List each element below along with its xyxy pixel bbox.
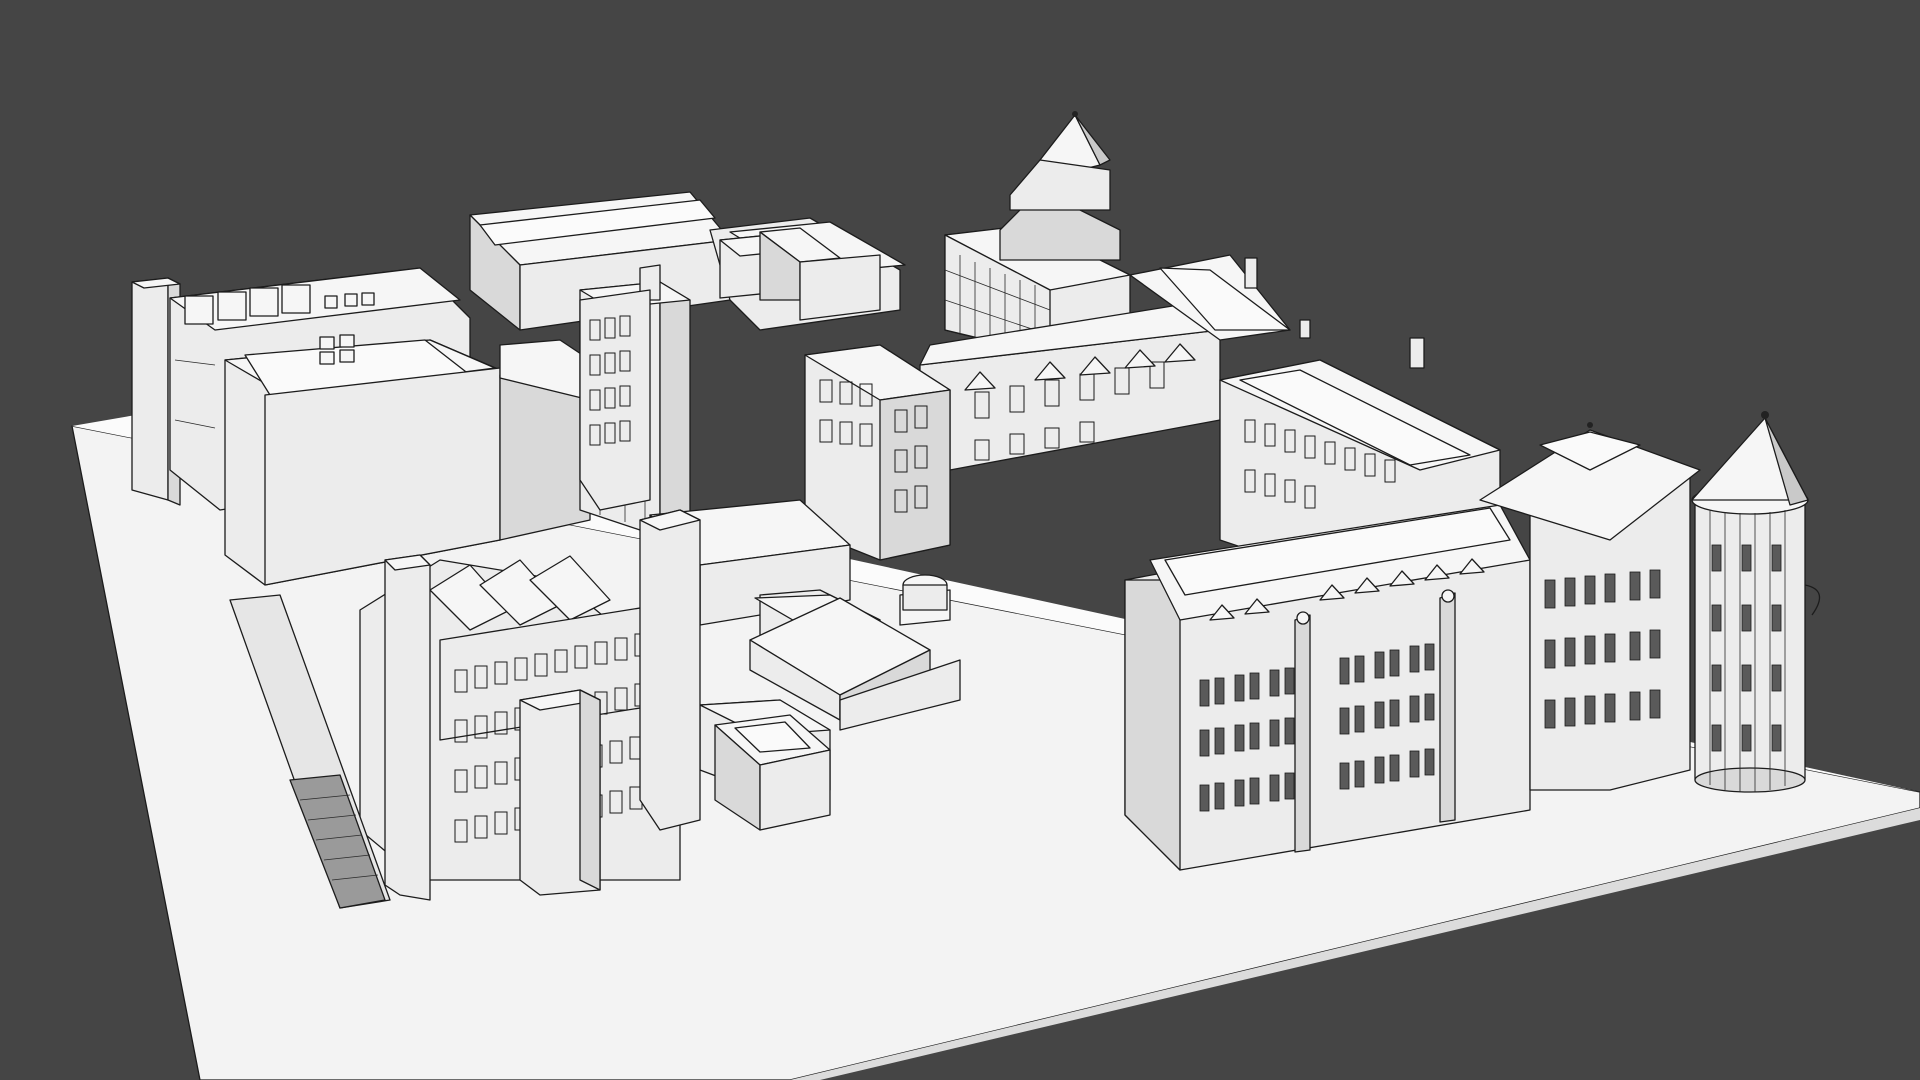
render-viewport: [0, 0, 1920, 1080]
building-southeast-gothic-hall: [1124, 504, 1531, 871]
building-windowed-block: [579, 289, 651, 511]
building-north-turret: [999, 111, 1121, 261]
building-round-tower: [1691, 411, 1821, 793]
campus-3d-model-render: [71, 111, 1920, 1080]
